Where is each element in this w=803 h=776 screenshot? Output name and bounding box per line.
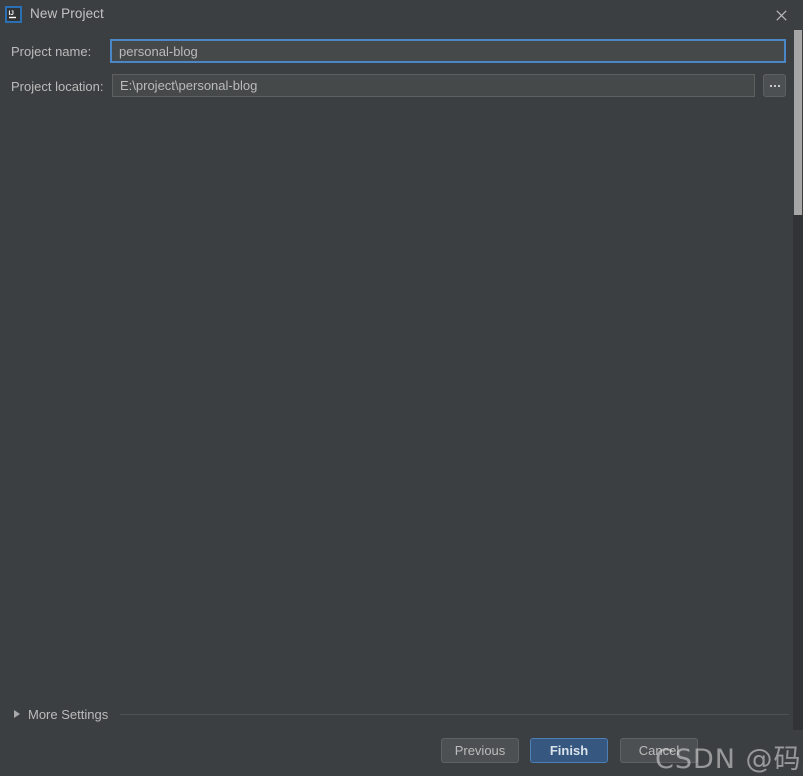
vertical-scrollbar-lower-track[interactable] — [793, 215, 803, 730]
intellij-idea-icon: IJ — [5, 6, 22, 23]
more-settings-expander[interactable]: More Settings — [14, 705, 789, 723]
window-title: New Project — [30, 6, 104, 21]
project-name-input[interactable] — [110, 39, 786, 63]
new-project-dialog: IJ New Project Project name: Project loc… — [0, 0, 803, 775]
project-location-label: Project location: — [11, 79, 104, 94]
title-bar: IJ New Project — [0, 0, 803, 30]
chevron-right-icon — [14, 710, 20, 718]
project-name-label: Project name: — [11, 44, 92, 59]
svg-text:IJ: IJ — [9, 10, 15, 17]
finish-button[interactable]: Finish — [530, 738, 608, 763]
browse-location-button[interactable] — [763, 74, 786, 97]
more-settings-separator — [120, 713, 789, 715]
ellipsis-icon-dot — [773, 84, 776, 87]
ellipsis-icon-dot — [769, 84, 772, 87]
vertical-scrollbar-thumb[interactable] — [794, 30, 802, 215]
cancel-button[interactable]: Cancel — [620, 738, 698, 763]
previous-button[interactable]: Previous — [441, 738, 519, 763]
ellipsis-icon-dot — [777, 84, 780, 87]
project-location-input[interactable] — [112, 74, 755, 97]
more-settings-label: More Settings — [28, 706, 109, 722]
close-icon[interactable] — [765, 3, 797, 27]
